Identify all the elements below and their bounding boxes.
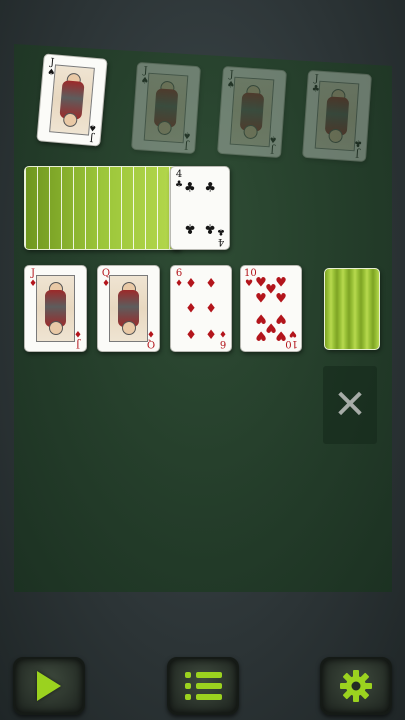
play-icon [37, 671, 61, 701]
menu-icon [184, 672, 222, 700]
menu-button[interactable] [167, 657, 239, 715]
gear-icon [340, 670, 372, 702]
tableau-card-4[interactable]: 10 ♥ ♥ ♥ ♥ ♥ ♥ ♥ ♥ ♥ ♥ ♥ 10 ♥ [240, 265, 302, 352]
stock-top-card[interactable]: 4 ♣ ♣ ♣ ♣ ♣ 4 ♣ [170, 166, 230, 250]
stock-pile[interactable] [24, 166, 180, 250]
draw-pile[interactable] [324, 268, 380, 350]
close-icon: ✕ [333, 382, 367, 428]
foundation-card-2[interactable]: J ♠ J ♠ [131, 61, 201, 155]
tableau-card-1[interactable]: J ♦ J ♦ [24, 265, 87, 352]
tableau-card-2[interactable]: Q ♦ Q ♦ [97, 265, 160, 352]
foundation-card-3[interactable]: J ♠ J ♠ [217, 65, 287, 159]
play-button[interactable] [13, 657, 85, 715]
foundation-card-1[interactable]: J ♠ J ♠ [36, 53, 108, 147]
tableau-card-3[interactable]: 6 ♦ ♦ ♦ ♦ ♦ ♦ ♦ 6 ♦ [170, 265, 232, 352]
discard-slot[interactable]: ✕ [323, 366, 377, 444]
settings-button[interactable] [320, 657, 392, 715]
foundation-card-4[interactable]: J ♣ J ♣ [302, 69, 372, 163]
